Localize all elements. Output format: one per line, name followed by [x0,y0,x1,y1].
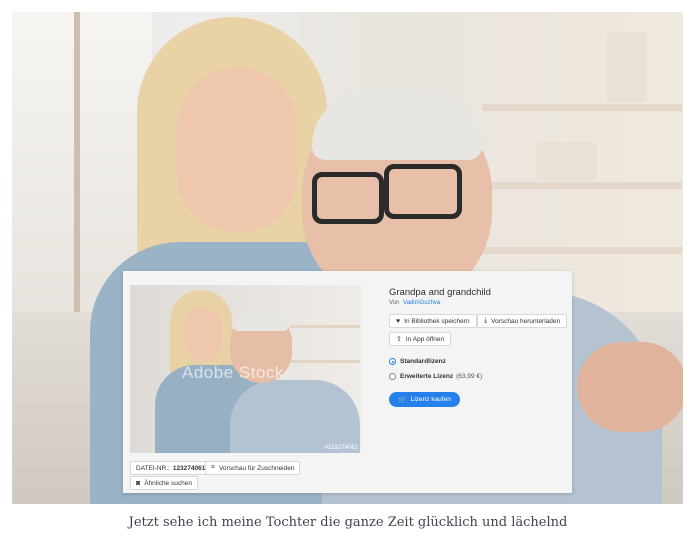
asset-title: Grandpa and grandchild [389,287,491,298]
image-id-mark: #123274061 [324,445,358,451]
camera-icon: ◙ [136,479,141,487]
man-hair [312,90,482,160]
find-similar-button[interactable]: ◙ Ähnliche suchen [130,476,198,490]
thumb-man-shirt [230,380,360,453]
open-in-app-button[interactable]: ⇧ In App öffnen [389,332,452,346]
shelf [482,104,682,111]
woman-hand [577,342,683,432]
byline: Von VadimGuzhva [389,300,440,306]
radio-selected[interactable] [389,358,396,365]
shelf-object [607,32,647,102]
download-preview-button[interactable]: ⤓ Vorschau herunterladen [477,314,568,328]
buy-license-button[interactable]: 🛒 Lizenz kaufen [389,392,460,407]
save-to-library-label: In Bibliothek speichern [404,317,470,325]
stock-panel: Adobe Stock #123274061 DATEI-NR.: 123274… [123,271,572,493]
shelf [482,247,682,254]
thumb-woman-face [184,307,222,362]
radio-unselected[interactable] [389,373,396,380]
file-number-label: DATEI-NR.: [136,464,170,472]
license-standard-option[interactable]: Standardlizenz [389,358,446,365]
save-to-library-button[interactable]: ♥ In Bibliothek speichern [389,314,477,328]
open-app-icon: ⇧ [396,336,402,343]
by-label: Von [389,300,400,306]
license-extended-price: (63,99 €) [456,373,483,380]
window-frame [74,12,80,342]
buy-license-label: Lizenz kaufen [410,396,451,403]
file-number-value: 123274061 [172,464,206,472]
shelf-object [537,142,597,180]
stock-thumbnail[interactable]: Adobe Stock #123274061 [130,285,361,453]
download-preview-label: Vorschau herunterladen [491,317,561,325]
watermark: Adobe Stock [182,363,284,382]
glasses-right-lens [384,164,462,219]
open-in-app-label: In App öffnen [405,335,445,343]
find-similar-label: Ähnliche suchen [144,479,192,487]
crop-preview-label: Vorschau für Zuschneiden [218,464,295,472]
caption: Jetzt sehe ich meine Tochter die ganze Z… [128,515,568,530]
thumb-shelf [290,325,360,328]
license-extended-option[interactable]: Erweiterte Lizenz (63,99 €) [389,373,482,380]
license-standard-label: Standardlizenz [400,358,446,365]
file-number: DATEI-NR.: 123274061 [130,461,212,475]
author-link[interactable]: VadimGuzhva [403,300,440,306]
crop-icon: ⌗ [211,464,215,471]
heart-icon: ♥ [396,317,401,325]
thumb-shelf [290,360,360,363]
cart-icon: 🛒 [398,396,407,404]
thumb-man-hair [234,309,288,331]
glasses-left-lens [312,172,384,224]
download-icon: ⤓ [484,317,488,324]
woman-face [177,67,297,232]
shelf [482,182,682,189]
crop-preview-button[interactable]: ⌗ Vorschau für Zuschneiden [205,461,301,475]
license-extended-label: Erweiterte Lizenz [400,373,454,380]
